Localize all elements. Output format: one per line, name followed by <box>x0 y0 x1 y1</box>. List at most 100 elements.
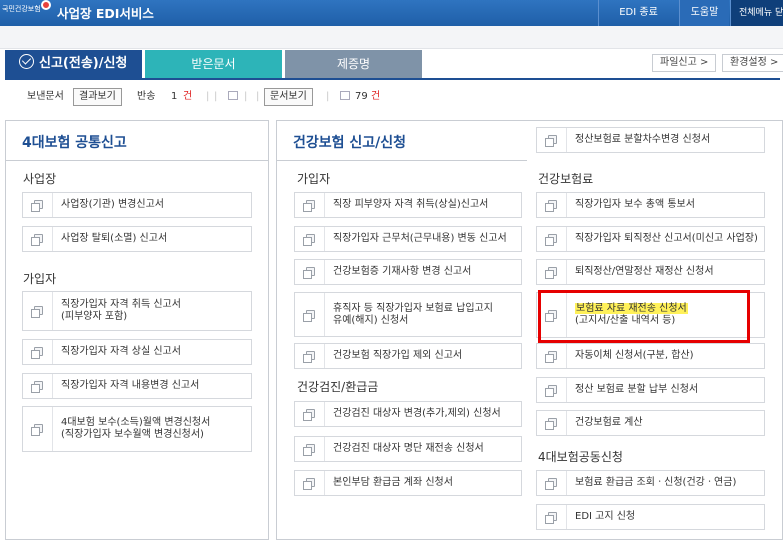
tab-certificate[interactable]: 제증명 <box>285 50 422 78</box>
form-icon <box>537 505 567 529</box>
list-item-label: 직장가입자 퇴직정산 신고서(미신고 사업장) <box>575 233 758 244</box>
list-item-label: 건강보험증 기재사항 변경 신고서 <box>333 266 472 277</box>
sent-label: 보낸문서 <box>27 91 64 102</box>
list-item-label: 직장 피부양자 자격 취득(상실)신고서 <box>333 199 489 210</box>
nhis-logo[interactable]: 국민건강보험 <box>2 4 41 14</box>
tab-underline <box>5 78 780 80</box>
list-item[interactable]: 4대보험 보수(소득)월액 변경신청서 (직장가입자 보수월액 변경신청서) <box>22 406 252 452</box>
list-item[interactable]: 사업장(기관) 변경신고서 <box>22 192 252 218</box>
form-icon <box>295 344 325 368</box>
list-item-label: 건강검진 대상자 변경(추가,제외) 신청서 <box>333 408 501 419</box>
list-item[interactable]: 자동이체 신청서(구분, 합산) <box>536 343 765 369</box>
section-subscriber: 가입자 <box>23 272 57 286</box>
list-item-label: 4대보험 보수(소득)월액 변경신청서 (직장가입자 보수월액 변경신청서) <box>61 417 211 440</box>
list-item[interactable]: 직장가입자 자격 내용변경 신고서 <box>22 373 252 399</box>
list-item[interactable]: 사업장 탈퇴(소멸) 신고서 <box>22 226 252 252</box>
list-item-label: 건강검진 대상자 명단 재전송 신청서 <box>333 443 484 454</box>
list-item-label: 보험료 환급금 조회ㆍ신청(건강ㆍ연금) <box>575 477 737 488</box>
form-icon <box>537 128 567 152</box>
list-item-label: 정산 보험료 분할 납부 신청서 <box>575 384 699 395</box>
form-icon <box>295 227 325 251</box>
list-item[interactable]: 건강보험 직장가입 제외 신고서 <box>294 343 522 369</box>
form-icon <box>295 293 325 336</box>
list-item-label: 직장가입자 자격 상실 신고서 <box>61 346 181 357</box>
form-icon <box>23 292 53 330</box>
list-item[interactable]: 직장가입자 보수 총액 통보서 <box>536 192 765 218</box>
top-bar: 국민건강보험 사업장 EDI서비스 EDI 종료 도움말 전체메뉴 닫기 <box>0 0 783 26</box>
list-item-label: EDI 고지 신청 <box>575 511 636 522</box>
all-menu-close-button[interactable]: 전체메뉴 닫기 <box>730 0 783 26</box>
result-view-button[interactable]: 결과보기 <box>73 88 122 106</box>
form-icon <box>537 260 567 284</box>
list-item-label: 직장가입자 자격 내용변경 신고서 <box>61 380 200 391</box>
edi-end-button[interactable]: EDI 종료 <box>598 0 678 26</box>
list-item[interactable]: 건강검진 대상자 명단 재전송 신청서 <box>294 436 522 462</box>
app-title: 사업장 EDI서비스 <box>57 6 154 21</box>
section-common-apply: 4대보험공동신청 <box>538 450 623 464</box>
list-item-label: 자동이체 신청서(구분, 합산) <box>575 350 694 361</box>
form-icon <box>23 227 53 251</box>
returned-label: 반송 <box>137 91 156 102</box>
list-item[interactable]: 본인부담 환급금 계좌 신청서 <box>294 470 522 496</box>
top-spacer <box>0 26 783 49</box>
list-item-label: 휴직자 등 직장가입자 보험료 납입고지 유예(해지) 신청서 <box>333 302 493 326</box>
envelope-icon <box>228 89 238 105</box>
list-item[interactable]: 직장 피부양자 자격 취득(상실)신고서 <box>294 192 522 218</box>
list-item-label: 정산보험료 분할차수변경 신청서 <box>575 134 711 145</box>
form-icon <box>295 260 325 284</box>
common-report-title: 4대보험 공통신고 <box>22 135 127 151</box>
form-icon <box>537 227 567 251</box>
tab-report[interactable]: 신고(전송)/신청 <box>5 50 142 78</box>
returned-count: 1 <box>171 91 178 102</box>
divider <box>6 160 268 161</box>
list-item[interactable]: 퇴직정산/연말정산 재정산 신청서 <box>536 259 765 285</box>
list-item[interactable]: 직장가입자 자격 취득 신고서 (피부양자 포함) <box>22 291 252 331</box>
divider <box>277 160 527 161</box>
list-item[interactable]: 직장가입자 근무처(근무내용) 변동 신고서 <box>294 226 522 252</box>
list-item[interactable]: 정산보험료 분할차수변경 신청서 <box>536 127 765 153</box>
form-icon <box>537 471 567 495</box>
list-item[interactable]: 건강보험증 기재사항 변경 신고서 <box>294 259 522 285</box>
list-item[interactable]: 정산 보험료 분할 납부 신청서 <box>536 377 765 403</box>
section-workplace: 사업장 <box>23 172 57 186</box>
document-icon <box>340 89 350 105</box>
tab-report-label: 신고(전송)/신청 <box>39 56 128 71</box>
form-icon <box>23 374 53 398</box>
logo-mark-icon <box>41 0 51 10</box>
list-item-label: 건강보험료 계산 <box>575 417 643 428</box>
settings-button[interactable]: 환경설정 > <box>722 54 783 72</box>
doc-view-button[interactable]: 문서보기 <box>264 88 313 106</box>
list-item[interactable]: 휴직자 등 직장가입자 보험료 납입고지 유예(해지) 신청서 <box>294 292 522 337</box>
section-premium: 건강보험료 <box>538 172 594 186</box>
document-status-bar: 보낸문서 결과보기 반송 1 건 | | | | 문서보기 | 79 건 <box>0 86 783 108</box>
list-item[interactable]: 건강검진 대상자 변경(추가,제외) 신청서 <box>294 401 522 427</box>
highlight-annotation-box <box>538 290 750 343</box>
list-item-label: 직장가입자 보수 총액 통보서 <box>575 199 695 210</box>
list-item[interactable]: 직장가입자 자격 상실 신고서 <box>22 339 252 365</box>
list-item-label: 사업장(기관) 변경신고서 <box>61 199 164 210</box>
list-item[interactable]: 보험료 환급금 조회ㆍ신청(건강ㆍ연금) <box>536 470 765 496</box>
form-icon <box>295 193 325 217</box>
form-icon <box>295 402 325 426</box>
list-item[interactable]: EDI 고지 신청 <box>536 504 765 530</box>
form-icon <box>295 437 325 461</box>
list-item-label: 본인부담 환급금 계좌 신청서 <box>333 477 453 488</box>
file-report-button[interactable]: 파일신고 > <box>652 54 717 72</box>
separator: | <box>326 91 330 102</box>
separator: | <box>214 91 218 102</box>
list-item[interactable]: 건강보험료 계산 <box>536 410 765 436</box>
list-item-label: 건강보험 직장가입 제외 신고서 <box>333 350 463 361</box>
form-icon <box>23 340 53 364</box>
check-circle-icon <box>19 54 34 69</box>
list-item-label: 사업장 탈퇴(소멸) 신고서 <box>61 233 168 244</box>
returned-unit: 건 <box>183 91 193 102</box>
form-icon <box>537 193 567 217</box>
form-icon <box>23 407 53 451</box>
separator: | <box>244 91 248 102</box>
help-button[interactable]: 도움말 <box>679 0 729 26</box>
list-item[interactable]: 직장가입자 퇴직정산 신고서(미신고 사업장) <box>536 226 765 252</box>
edi-window: 국민건강보험 사업장 EDI서비스 EDI 종료 도움말 전체메뉴 닫기 신고(… <box>0 0 783 541</box>
separator: | <box>256 91 260 102</box>
doc-unit: 건 <box>371 91 381 102</box>
tab-received[interactable]: 받은문서 <box>145 50 282 78</box>
